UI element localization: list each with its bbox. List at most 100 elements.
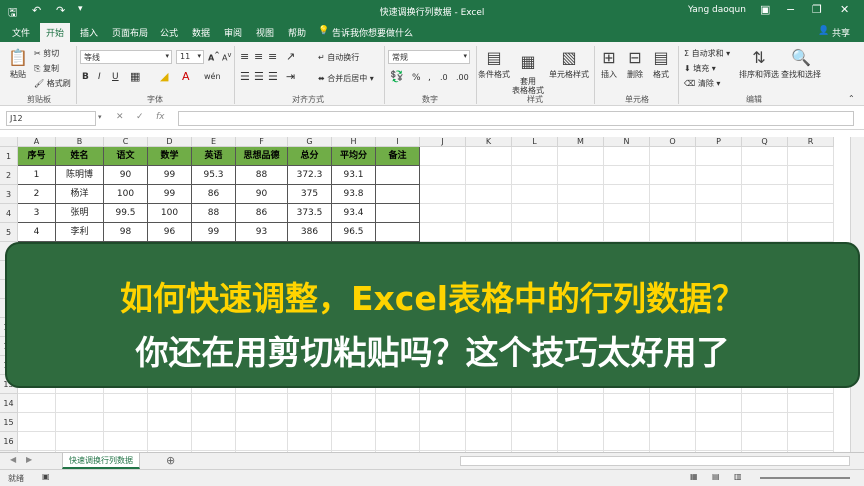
grid-cell[interactable] (466, 147, 512, 166)
table-cell[interactable]: 93.1 (332, 166, 376, 185)
grid-cell[interactable] (56, 413, 104, 432)
grid-cell[interactable] (466, 394, 512, 413)
grid-cell[interactable] (236, 394, 288, 413)
name-box-dropdown-icon[interactable]: ▾ (98, 113, 102, 121)
table-cell[interactable]: 386 (288, 223, 332, 242)
grid-cell[interactable] (512, 413, 558, 432)
format-as-table-button[interactable]: ▦ 套用 表格格式 (512, 48, 544, 96)
cell-styles-button[interactable]: ▧ 单元格样式 (548, 48, 590, 80)
row-header[interactable]: 3 (0, 185, 18, 204)
grid-cell[interactable] (236, 432, 288, 451)
table-cell[interactable] (376, 166, 420, 185)
tab-formulas[interactable]: 公式 (160, 26, 178, 39)
table-cell[interactable]: 99 (148, 166, 192, 185)
fill-button[interactable]: ⬇ 填充 ▾ (684, 63, 716, 74)
grid-cell[interactable] (788, 413, 834, 432)
table-cell[interactable]: 93.4 (332, 204, 376, 223)
border-icon[interactable]: ▦ (130, 70, 140, 83)
column-header[interactable]: J (420, 137, 466, 147)
grid-cell[interactable] (332, 413, 376, 432)
column-header[interactable]: G (288, 137, 332, 147)
table-cell[interactable] (376, 223, 420, 242)
column-header[interactable]: L (512, 137, 558, 147)
column-header[interactable]: E (192, 137, 236, 147)
grid-cell[interactable] (148, 432, 192, 451)
delete-cells-button[interactable]: ⊟ 删除 (624, 48, 646, 80)
tab-insert[interactable]: 插入 (80, 26, 98, 39)
table-cell[interactable]: 86 (236, 204, 288, 223)
grid-cell[interactable] (18, 413, 56, 432)
row-header[interactable]: 16 (0, 432, 18, 451)
grid-cell[interactable] (742, 204, 788, 223)
currency-icon[interactable]: 💱 (390, 70, 404, 83)
select-all-corner[interactable] (0, 137, 18, 147)
shrink-font-button[interactable]: Av (222, 51, 231, 63)
table-cell[interactable]: 99 (192, 223, 236, 242)
grid-cell[interactable] (420, 394, 466, 413)
grid-cell[interactable] (420, 166, 466, 185)
tell-me-box[interactable]: 告诉我你想要做什么 (332, 26, 413, 39)
comma-button[interactable]: , (428, 73, 431, 83)
grid-cell[interactable] (788, 147, 834, 166)
grid-cell[interactable] (420, 204, 466, 223)
grid-cell[interactable] (192, 413, 236, 432)
column-header[interactable]: C (104, 137, 148, 147)
grid-cell[interactable] (332, 432, 376, 451)
tab-help[interactable]: 帮助 (288, 26, 306, 39)
tab-view[interactable]: 视图 (256, 26, 274, 39)
table-cell[interactable] (376, 204, 420, 223)
copy-button[interactable]: ⎘ 复制 (34, 63, 59, 74)
phonetic-button[interactable]: wén (204, 72, 221, 81)
row-header[interactable]: 5 (0, 223, 18, 242)
table-header-cell[interactable]: 语文 (104, 147, 148, 166)
table-cell[interactable]: 88 (192, 204, 236, 223)
row-header[interactable]: 15 (0, 413, 18, 432)
grid-cell[interactable] (788, 394, 834, 413)
format-cells-button[interactable]: ▤ 格式 (650, 48, 672, 80)
table-cell[interactable] (376, 185, 420, 204)
bold-button[interactable]: B (82, 72, 89, 82)
grid-cell[interactable] (742, 223, 788, 242)
tab-review[interactable]: 审阅 (224, 26, 242, 39)
grid-cell[interactable] (512, 147, 558, 166)
grid-cell[interactable] (512, 185, 558, 204)
grid-cell[interactable] (742, 432, 788, 451)
column-header[interactable]: F (236, 137, 288, 147)
grid-cell[interactable] (18, 394, 56, 413)
column-header[interactable]: K (466, 137, 512, 147)
grid-cell[interactable] (604, 147, 650, 166)
cancel-entry-icon[interactable]: ✕ (116, 112, 124, 122)
grid-cell[interactable] (742, 394, 788, 413)
align-bottom-icon[interactable]: ≡ (268, 50, 277, 63)
font-name-select[interactable]: 等线 ▾ (80, 50, 172, 64)
grid-cell[interactable] (604, 166, 650, 185)
table-cell[interactable]: 4 (18, 223, 56, 242)
row-header[interactable]: 14 (0, 394, 18, 413)
grid-cell[interactable] (696, 432, 742, 451)
table-header-cell[interactable]: 数学 (148, 147, 192, 166)
grid-cell[interactable] (376, 413, 420, 432)
grid-cell[interactable] (650, 223, 696, 242)
table-header-cell[interactable]: 平均分 (332, 147, 376, 166)
grid-cell[interactable] (192, 394, 236, 413)
insert-function-button[interactable]: fx (156, 112, 165, 122)
table-header-cell[interactable]: 备注 (376, 147, 420, 166)
table-cell[interactable]: 100 (148, 204, 192, 223)
table-cell[interactable]: 88 (236, 166, 288, 185)
table-cell[interactable]: 99.5 (104, 204, 148, 223)
align-left-icon[interactable]: ☰ (240, 70, 250, 83)
table-cell[interactable]: 90 (236, 185, 288, 204)
grid-cell[interactable] (650, 147, 696, 166)
column-header[interactable]: O (650, 137, 696, 147)
column-header[interactable]: D (148, 137, 192, 147)
percent-button[interactable]: % (412, 73, 421, 83)
grid-cell[interactable] (104, 432, 148, 451)
grid-cell[interactable] (696, 147, 742, 166)
table-cell[interactable]: 93 (236, 223, 288, 242)
table-cell[interactable]: 3 (18, 204, 56, 223)
grid-cell[interactable] (742, 147, 788, 166)
grid-cell[interactable] (650, 394, 696, 413)
ribbon-display-icon[interactable]: ▣ (760, 3, 770, 16)
table-header-cell[interactable]: 序号 (18, 147, 56, 166)
grid-cell[interactable] (696, 166, 742, 185)
